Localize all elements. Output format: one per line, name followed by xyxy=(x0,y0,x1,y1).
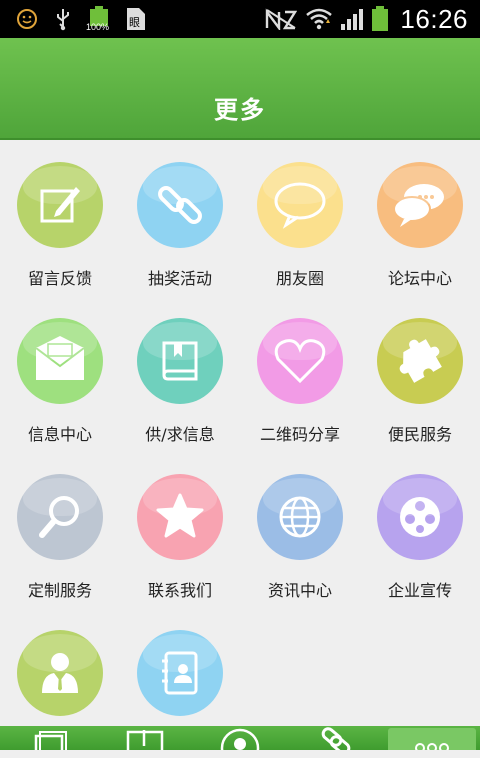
tab-person[interactable] xyxy=(212,726,268,750)
grid-item-qrcode-share[interactable]: 二维码分享 xyxy=(240,296,360,446)
wifi-icon xyxy=(304,6,334,32)
grid-item-label: 供/求信息 xyxy=(145,425,215,444)
document-icon: 眼 xyxy=(124,6,148,32)
heart-icon xyxy=(257,318,343,404)
tab-download[interactable] xyxy=(116,726,172,750)
link-icon xyxy=(321,727,351,750)
grid-item-label: 联系我们 xyxy=(147,581,212,600)
grid-item-supply-demand[interactable]: 供/求信息 xyxy=(120,296,240,446)
no-signal-icon xyxy=(264,6,298,32)
grid-item-convenience[interactable]: 便民服务 xyxy=(360,296,480,446)
grid-item-promotion[interactable]: 企业宣传 xyxy=(360,452,480,602)
chat-icon xyxy=(377,162,463,248)
edit-icon xyxy=(17,162,103,248)
grid-item-custom-service[interactable]: 定制服务 xyxy=(0,452,120,602)
grid-item-label: 论坛中心 xyxy=(387,269,452,288)
grid-item-label: 企业宣传 xyxy=(387,581,452,600)
grid-item-label: 资讯中心 xyxy=(267,581,332,600)
user-icon xyxy=(17,630,103,716)
grid-item-label: 二维码分享 xyxy=(259,425,340,444)
tab-link[interactable] xyxy=(306,726,362,750)
person-icon xyxy=(220,728,260,750)
speech-bubble-icon xyxy=(257,162,343,248)
mail-icon xyxy=(17,318,103,404)
more-icon xyxy=(415,743,449,750)
grid-item-label: 便民服务 xyxy=(387,425,452,444)
globe-icon xyxy=(257,474,343,560)
puzzle-icon xyxy=(377,318,463,404)
usb-icon xyxy=(52,6,74,32)
grid-item-label: 定制服务 xyxy=(27,581,92,600)
bottom-nav xyxy=(0,726,480,750)
battery-percent: 100% xyxy=(86,22,110,32)
battery-full-icon xyxy=(368,6,392,32)
tab-more[interactable] xyxy=(388,728,476,750)
grid-item-news[interactable]: 资讯中心 xyxy=(240,452,360,602)
star-icon xyxy=(137,474,223,560)
link-icon xyxy=(137,162,223,248)
status-bar: 100% 眼 16:26 xyxy=(0,0,480,38)
signal-icon xyxy=(338,6,366,32)
grid-item-contact-us[interactable]: 联系我们 xyxy=(120,452,240,602)
grid-item-friends[interactable]: 朋友圈 xyxy=(240,140,360,290)
grid-item-label: 抽奖活动 xyxy=(147,269,212,288)
book-icon xyxy=(137,318,223,404)
download-icon xyxy=(126,730,164,750)
smiley-icon xyxy=(14,6,40,32)
clock: 16:26 xyxy=(400,4,468,34)
grid-item-lottery[interactable]: 抽奖活动 xyxy=(120,140,240,290)
magnifier-icon xyxy=(17,474,103,560)
grid-item-feedback[interactable]: 留言反馈 xyxy=(0,140,120,290)
header-bar: 更多 xyxy=(0,38,480,140)
grid-item-label: 留言反馈 xyxy=(27,269,92,288)
grid-item-label: 信息中心 xyxy=(27,425,92,444)
tab-window[interactable] xyxy=(20,726,76,750)
window-icon xyxy=(34,731,67,750)
film-reel-icon xyxy=(377,474,463,560)
grid-item-label: 朋友圈 xyxy=(275,269,324,288)
svg-text:眼: 眼 xyxy=(129,16,140,29)
page-title: 更多 xyxy=(214,96,266,124)
grid-item-messages[interactable]: 信息中心 xyxy=(0,296,120,446)
contacts-icon xyxy=(137,630,223,716)
grid-item-forum[interactable]: 论坛中心 xyxy=(360,140,480,290)
